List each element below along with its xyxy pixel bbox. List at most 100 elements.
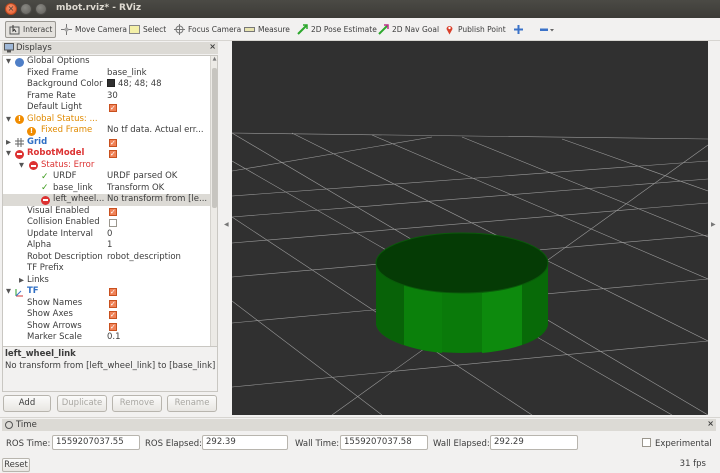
expand-arrow-icon[interactable]: ▼	[6, 56, 11, 68]
expand-arrow-icon[interactable]: ▼	[19, 160, 24, 172]
wall-time-field[interactable]: 1559207037.58	[340, 435, 428, 450]
tree-row-status-fixed-frame[interactable]: ! Fixed Frame No tf data. Actual err...	[3, 125, 211, 137]
experimental-checkbox[interactable]	[642, 438, 651, 447]
tree-row-base-link[interactable]: ✓ base_link Transform OK	[3, 183, 211, 195]
minimize-window-button[interactable]	[20, 3, 32, 15]
left-splitter[interactable]: ◀	[222, 41, 232, 415]
remove-display-button[interactable]: Remove	[112, 395, 162, 412]
expand-arrow-icon[interactable]: ▼	[6, 114, 11, 126]
right-splitter[interactable]: ▶	[708, 41, 720, 415]
close-panel-icon[interactable]: ×	[707, 419, 714, 428]
scrollbar-thumb[interactable]	[212, 68, 217, 208]
tree-row-fixed-frame[interactable]: Fixed Frame base_link	[3, 68, 211, 80]
marker-scale-value[interactable]: 0.1	[107, 332, 211, 344]
tree-row-background-color[interactable]: Background Color 48; 48; 48	[3, 79, 211, 91]
fixed-frame-value[interactable]: base_link	[107, 68, 211, 80]
row-name: Show Axes	[27, 309, 73, 319]
tree-row-urdf[interactable]: ✓ URDF URDF parsed OK	[3, 171, 211, 183]
rename-display-button[interactable]: Rename	[167, 395, 217, 412]
show-arrows-checkbox[interactable]	[109, 322, 117, 333]
clock-icon	[5, 421, 13, 429]
add-tool-button[interactable]	[510, 21, 530, 38]
tree-row-update-interval[interactable]: Update Interval 0	[3, 229, 211, 241]
tree-row-links[interactable]: ▶ Links	[3, 275, 211, 287]
wall-elapsed-field[interactable]: 292.29	[490, 435, 578, 450]
collapse-left-icon[interactable]: ◀	[224, 221, 229, 228]
warning-icon: !	[15, 115, 24, 124]
tree-scrollbar[interactable]: ▲ ▼	[210, 56, 217, 384]
row-name: Global Status: ...	[27, 113, 98, 124]
tree-row-show-axes[interactable]: Show Axes	[3, 309, 211, 322]
tree-row-left-wheel[interactable]: left_wheel... No transform from [le...	[3, 194, 211, 206]
tf-enabled-checkbox[interactable]	[109, 287, 117, 299]
tree-row-global-status[interactable]: ▼ ! Global Status: ...	[3, 114, 211, 126]
frame-rate-value[interactable]: 30	[107, 91, 211, 103]
tree-row-tf[interactable]: ▼ TF	[3, 286, 211, 299]
reset-button[interactable]: Reset	[2, 458, 30, 472]
nav-goal-label: 2D Nav Goal	[392, 25, 440, 34]
scene-render	[232, 132, 708, 415]
close-panel-icon[interactable]: ×	[209, 42, 216, 51]
add-display-button[interactable]: Add	[3, 395, 51, 412]
description-text: No transform from [left_wheel_link] to […	[5, 361, 216, 371]
select-tool-button[interactable]: Select	[126, 21, 169, 38]
tree-row-collision-enabled[interactable]: Collision Enabled	[3, 217, 211, 229]
publish-point-label: Publish Point	[458, 25, 506, 34]
3d-viewport[interactable]	[232, 41, 708, 415]
update-interval-value[interactable]: 0	[107, 229, 211, 241]
2d-pose-estimate-tool-button[interactable]: 2D Pose Estimate	[294, 21, 380, 38]
show-names-checkbox[interactable]	[109, 299, 117, 310]
tree-row-visual-enabled[interactable]: Visual Enabled	[3, 206, 211, 218]
default-light-checkbox[interactable]	[109, 103, 117, 115]
grid-enabled-checkbox[interactable]	[109, 138, 117, 149]
visual-enabled-checkbox[interactable]	[109, 207, 117, 218]
focus-camera-tool-button[interactable]: Focus Camera	[171, 21, 244, 38]
displays-tree[interactable]: ▼ Global Options Fixed Frame base_link B…	[2, 55, 218, 385]
row-name: URDF	[53, 171, 77, 181]
ros-elapsed-field[interactable]: 292.39	[202, 435, 288, 450]
experimental-label: Experimental	[655, 439, 712, 449]
tree-row-show-names[interactable]: Show Names	[3, 298, 211, 310]
ros-elapsed-label: ROS Elapsed:	[145, 439, 202, 449]
duplicate-display-button[interactable]: Duplicate	[57, 395, 107, 412]
ros-time-field[interactable]: 1559207037.55	[52, 435, 140, 450]
tree-row-robot-description[interactable]: Robot Description robot_description	[3, 252, 211, 264]
expand-arrow-icon[interactable]: ▼	[6, 148, 11, 160]
row-name: Marker Scale	[27, 332, 82, 342]
tree-row-tf-prefix[interactable]: TF Prefix	[3, 263, 211, 275]
tree-row-robot-model[interactable]: ▼ RobotModel	[3, 148, 211, 161]
maximize-window-button[interactable]	[35, 3, 47, 15]
collision-enabled-checkbox[interactable]	[109, 219, 117, 227]
property-description: left_wheel_link No transform from [left_…	[2, 346, 218, 392]
background-color-value[interactable]: 48; 48; 48	[107, 79, 211, 91]
robot-description-value[interactable]: robot_description	[107, 252, 211, 264]
tree-row-marker-scale[interactable]: Marker Scale 0.1	[3, 332, 211, 344]
tree-row-alpha[interactable]: Alpha 1	[3, 240, 211, 252]
robot-model-enabled-checkbox[interactable]	[109, 149, 117, 161]
tree-row-global-options[interactable]: ▼ Global Options	[3, 56, 211, 68]
expand-arrow-icon[interactable]: ▼	[6, 286, 11, 298]
alpha-value[interactable]: 1	[107, 240, 211, 252]
scroll-up-icon[interactable]: ▲	[211, 56, 217, 62]
tree-row-default-light[interactable]: Default Light	[3, 102, 211, 115]
wheel-cylinder[interactable]	[375, 232, 549, 353]
wall-elapsed-label: Wall Elapsed:	[433, 439, 490, 449]
tree-row-frame-rate[interactable]: Frame Rate 30	[3, 91, 211, 103]
publish-point-tool-button[interactable]: Publish Point	[441, 21, 509, 38]
tree-row-grid[interactable]: ▶ Grid	[3, 137, 211, 149]
collapse-arrow-icon[interactable]: ▶	[6, 137, 11, 149]
measure-tool-button[interactable]: Measure	[241, 21, 293, 38]
collapse-right-icon[interactable]: ▶	[711, 221, 716, 228]
tool-menu-dropdown[interactable]	[536, 21, 556, 38]
interact-tool-button[interactable]: Interact	[5, 21, 57, 38]
row-name: Global Options	[27, 56, 90, 66]
row-name: Fixed Frame	[41, 125, 93, 135]
check-icon: ✓	[41, 171, 49, 182]
tree-row-status-error[interactable]: ▼ Status: Error	[3, 160, 211, 172]
move-camera-tool-button[interactable]: Move Camera	[58, 21, 130, 38]
collapse-arrow-icon[interactable]: ▶	[19, 275, 24, 287]
2d-nav-goal-tool-button[interactable]: 2D Nav Goal	[375, 21, 442, 38]
show-axes-checkbox[interactable]	[109, 310, 117, 322]
tree-row-show-arrows[interactable]: Show Arrows	[3, 321, 211, 333]
close-window-button[interactable]: ×	[5, 3, 17, 15]
